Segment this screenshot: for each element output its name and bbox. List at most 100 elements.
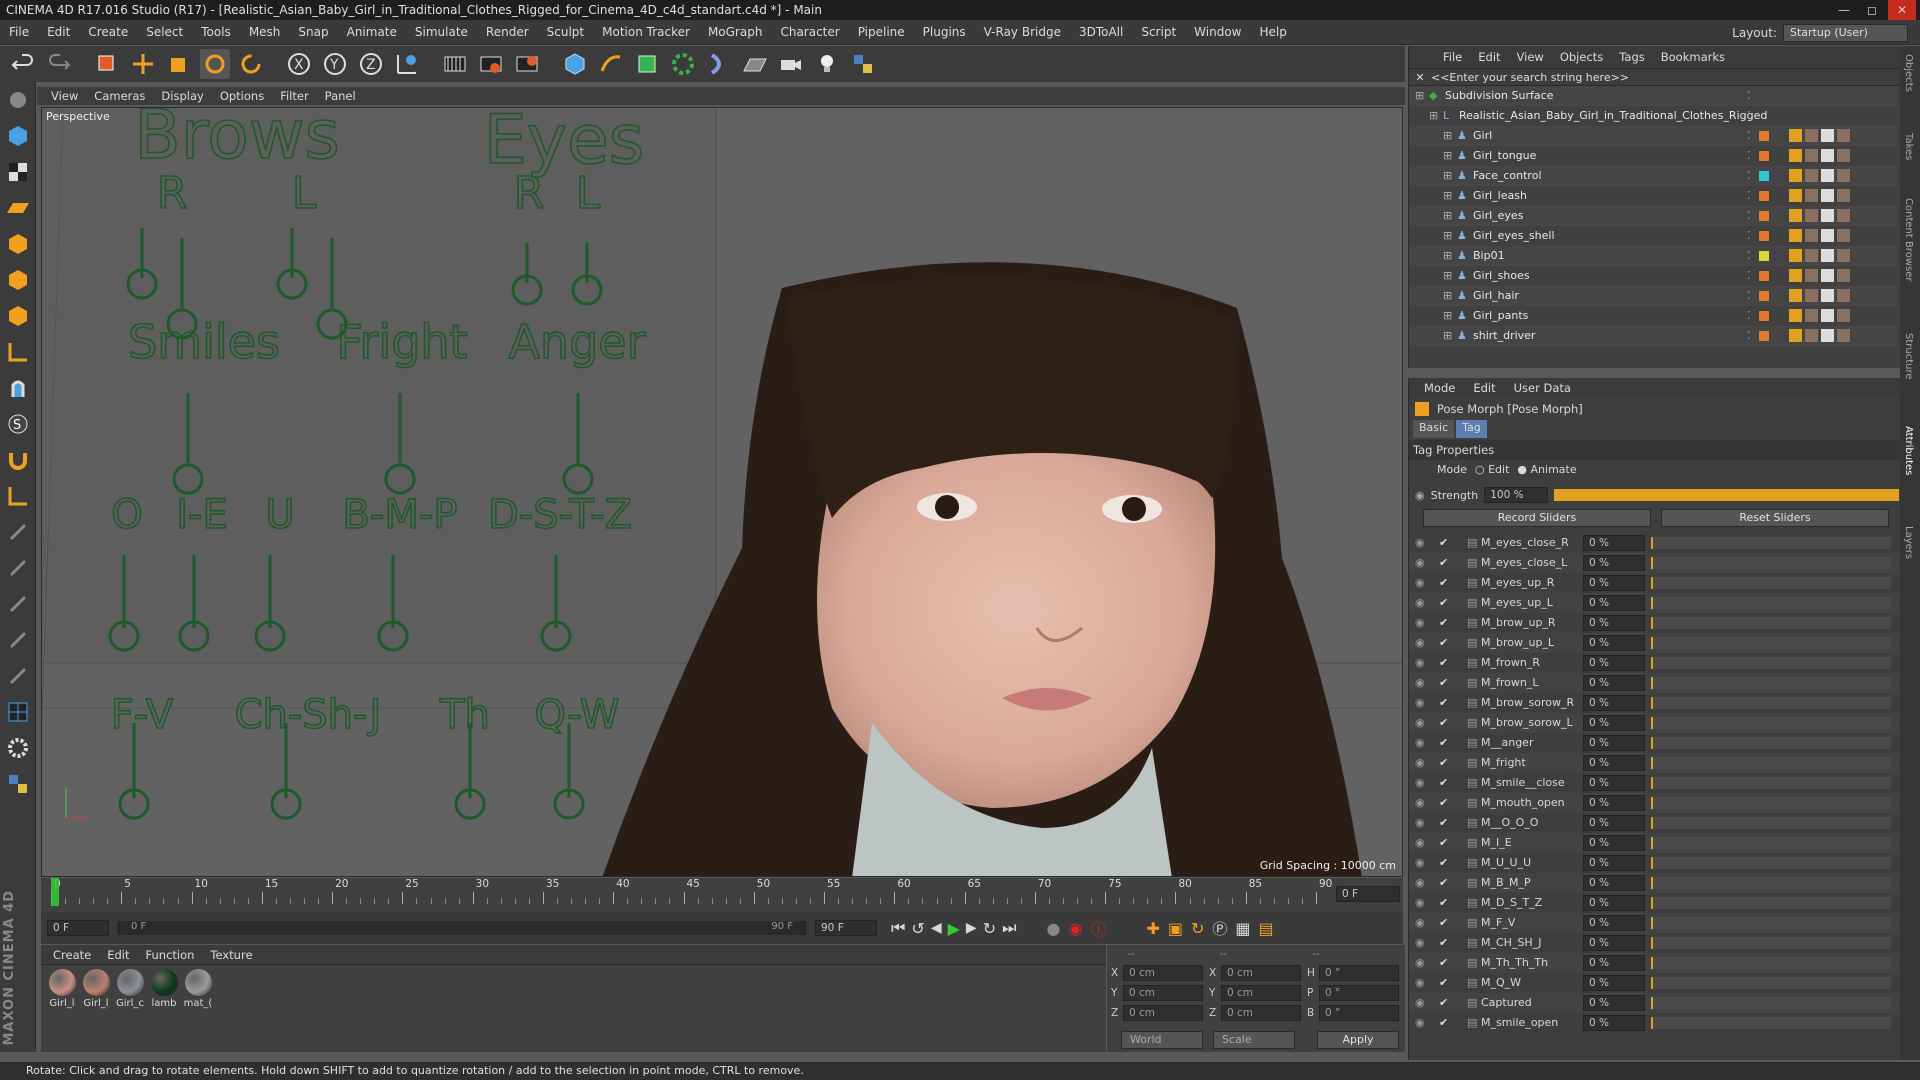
- render-picture-viewer-icon[interactable]: [476, 49, 506, 79]
- reset-sliders-button[interactable]: Reset Sliders: [1661, 509, 1889, 527]
- morph-anim-icon[interactable]: ◉: [1415, 593, 1425, 613]
- expand-icon[interactable]: ⊞: [1443, 206, 1452, 226]
- morph-enable-checkbox[interactable]: ✔: [1439, 933, 1448, 953]
- layer-color-swatch[interactable]: [1759, 251, 1769, 261]
- menu-motion-tracker[interactable]: Motion Tracker: [593, 25, 699, 39]
- object-tags[interactable]: [1789, 269, 1850, 282]
- morph-slider[interactable]: [1651, 697, 1891, 709]
- morph-slider[interactable]: [1651, 917, 1891, 929]
- expand-icon[interactable]: ⊞: [1443, 306, 1452, 326]
- visibility-dots[interactable]: ⁚: [1747, 306, 1751, 326]
- morph-value-field[interactable]: 0 %: [1583, 575, 1645, 591]
- visibility-dots[interactable]: ⁚: [1747, 146, 1751, 166]
- morph-enable-checkbox[interactable]: ✔: [1439, 833, 1448, 853]
- texture-mode-icon[interactable]: [0, 154, 36, 190]
- object-tags[interactable]: [1789, 289, 1850, 302]
- menu-character[interactable]: Character: [771, 25, 848, 39]
- previous-key-icon[interactable]: ↺: [911, 919, 924, 938]
- side-tab-takes[interactable]: Takes: [1903, 133, 1914, 160]
- morph-anim-icon[interactable]: ◉: [1415, 633, 1425, 653]
- morph-value-field[interactable]: 0 %: [1583, 955, 1645, 971]
- morph-enable-checkbox[interactable]: ✔: [1439, 853, 1448, 873]
- morph-anim-icon[interactable]: ◉: [1415, 853, 1425, 873]
- morph-slider[interactable]: [1651, 677, 1891, 689]
- render-settings-icon[interactable]: [512, 49, 542, 79]
- coord-field[interactable]: 0 cm: [1123, 965, 1203, 981]
- world-coordinates-icon[interactable]: [392, 49, 422, 79]
- morph-value-field[interactable]: 0 %: [1583, 555, 1645, 571]
- grid-snap-icon[interactable]: [0, 694, 36, 730]
- coord-field[interactable]: 0 °: [1319, 965, 1399, 981]
- x-axis-icon[interactable]: X: [284, 49, 314, 79]
- key-parameter-icon[interactable]: Ⓟ: [1212, 918, 1227, 939]
- morph-value-field[interactable]: 0 %: [1583, 655, 1645, 671]
- morph-slider[interactable]: [1651, 1017, 1891, 1029]
- redo-icon[interactable]: [44, 49, 74, 79]
- layer-color-swatch[interactable]: [1759, 171, 1769, 181]
- edges-mode-icon[interactable]: [0, 262, 36, 298]
- object-menu-view[interactable]: View: [1509, 50, 1552, 64]
- morph-value-field[interactable]: 0 %: [1583, 835, 1645, 851]
- morph-value-field[interactable]: 0 %: [1583, 635, 1645, 651]
- coord-field[interactable]: 0 cm: [1221, 1005, 1301, 1021]
- material-swatch[interactable]: Girl_c: [115, 969, 145, 1009]
- morph-anim-icon[interactable]: ◉: [1415, 693, 1425, 713]
- visibility-dots[interactable]: ⁚: [1747, 166, 1751, 186]
- joint-tool-icon[interactable]: [0, 478, 36, 514]
- morph-slider[interactable]: [1651, 897, 1891, 909]
- morph-slider[interactable]: [1651, 977, 1891, 989]
- snapping-icon[interactable]: S: [0, 406, 36, 442]
- side-tab-attributes[interactable]: Attributes: [1903, 426, 1914, 475]
- layout-select[interactable]: Startup (User): [1783, 23, 1908, 42]
- coord-field[interactable]: 0 cm: [1221, 965, 1301, 981]
- array-icon[interactable]: [668, 49, 698, 79]
- bone-tool-icon[interactable]: [0, 514, 36, 550]
- morph-slider[interactable]: [1651, 757, 1891, 769]
- coord-field[interactable]: 0 °: [1319, 1005, 1399, 1021]
- object-menu-tags[interactable]: Tags: [1611, 50, 1652, 64]
- coord-field[interactable]: 0 cm: [1123, 985, 1203, 1001]
- material-swatch[interactable]: Girl_l: [47, 969, 77, 1009]
- menu-snap[interactable]: Snap: [289, 25, 337, 39]
- strength-slider[interactable]: [1554, 489, 1900, 501]
- visibility-dots[interactable]: ⁚: [1747, 186, 1751, 206]
- expand-icon[interactable]: ⊞: [1443, 186, 1452, 206]
- morph-enable-checkbox[interactable]: ✔: [1439, 973, 1448, 993]
- menu-help[interactable]: Help: [1250, 25, 1295, 39]
- morph-slider[interactable]: [1651, 637, 1891, 649]
- layer-color-swatch[interactable]: [1759, 211, 1769, 221]
- y-axis-icon[interactable]: Y: [320, 49, 350, 79]
- object-tags[interactable]: [1789, 329, 1850, 342]
- recent-tool-icon[interactable]: [236, 49, 266, 79]
- object-menu-objects[interactable]: Objects: [1552, 50, 1611, 64]
- move-icon[interactable]: [128, 49, 158, 79]
- expand-icon[interactable]: ⊞: [1443, 166, 1452, 186]
- visibility-dots[interactable]: ⁚: [1747, 286, 1751, 306]
- morph-value-field[interactable]: 0 %: [1583, 995, 1645, 1011]
- camera-icon[interactable]: [776, 49, 806, 79]
- morph-enable-checkbox[interactable]: ✔: [1439, 693, 1448, 713]
- play-icon[interactable]: ▶: [948, 919, 960, 938]
- tab-basic[interactable]: Basic: [1413, 420, 1455, 438]
- morph-value-field[interactable]: 0 %: [1583, 695, 1645, 711]
- deformer-icon[interactable]: [704, 49, 734, 79]
- object-row[interactable]: ⊞ ♟ Girl_eyes ⁚: [1409, 206, 1897, 226]
- visibility-dots[interactable]: ⁚: [1747, 206, 1751, 226]
- menu-script[interactable]: Script: [1132, 25, 1185, 39]
- gear-icon[interactable]: [0, 730, 36, 766]
- model-mode-icon[interactable]: [0, 118, 36, 154]
- object-search-input[interactable]: <<Enter your search string here>>: [1431, 71, 1629, 84]
- menu-render[interactable]: Render: [477, 25, 538, 39]
- record-sliders-button[interactable]: Record Sliders: [1423, 509, 1651, 527]
- layer-color-swatch[interactable]: [1759, 291, 1769, 301]
- playhead[interactable]: [51, 878, 59, 906]
- key-position-icon[interactable]: ✚: [1146, 919, 1159, 938]
- side-tab-layers[interactable]: Layers: [1903, 526, 1914, 559]
- current-frame-field[interactable]: 0 F: [1336, 886, 1400, 902]
- subdivision-icon[interactable]: [632, 49, 662, 79]
- polygons-mode-icon[interactable]: [0, 298, 36, 334]
- morph-anim-icon[interactable]: ◉: [1415, 553, 1425, 573]
- layer-color-swatch[interactable]: [1759, 311, 1769, 321]
- morph-enable-checkbox[interactable]: ✔: [1439, 673, 1448, 693]
- range-slider[interactable]: 0 F 90 F: [117, 921, 807, 935]
